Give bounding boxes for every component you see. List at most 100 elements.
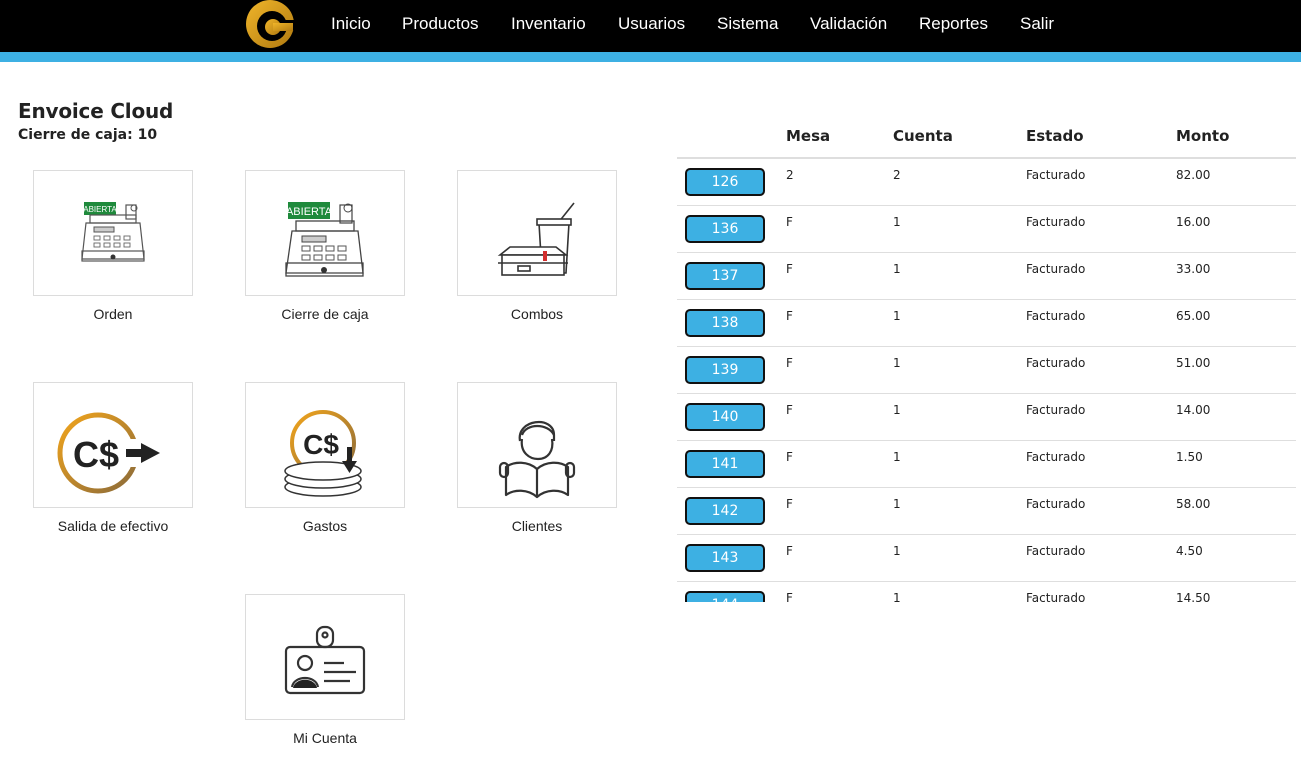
svg-text:ABIERTA: ABIERTA — [83, 205, 117, 214]
cell-mesa: F — [786, 262, 793, 276]
table-row: 126 2 2 Facturado 82.00 — [677, 159, 1296, 206]
table-row: 138 F 1 Facturado 65.00 — [677, 300, 1296, 347]
cell-monto: 16.00 — [1176, 215, 1211, 229]
cell-cuenta: 1 — [893, 497, 901, 511]
nav-salir[interactable]: Salir — [1020, 14, 1054, 34]
nav-sistema[interactable]: Sistema — [717, 14, 778, 34]
tile-cierre-de-caja[interactable]: ABIERTA — [245, 170, 405, 296]
brand-logo-icon[interactable] — [244, 0, 296, 48]
cell-mesa: F — [786, 403, 793, 417]
cash-session-label: Cierre de caja: 10 — [18, 127, 158, 143]
cell-estado: Facturado — [1026, 544, 1086, 558]
cell-cuenta: 1 — [893, 215, 901, 229]
table-row: 142 F 1 Facturado 58.00 — [677, 488, 1296, 535]
column-header-mesa: Mesa — [786, 127, 831, 145]
cell-monto: 33.00 — [1176, 262, 1211, 276]
cell-monto: 65.00 — [1176, 309, 1211, 323]
table-row: 143 F 1 Facturado 4.50 — [677, 535, 1296, 582]
cash-register-open-icon: ABIERTA — [81, 202, 145, 262]
order-button[interactable]: 138 — [685, 309, 765, 337]
table-row: 144 F 1 Facturado 14.50 — [677, 582, 1296, 602]
svg-text:ABIERTA: ABIERTA — [286, 206, 333, 218]
tile-mi-cuenta-label: Mi Cuenta — [293, 730, 357, 746]
cash-out-icon: C$ — [57, 412, 160, 494]
page-title: Envoice Cloud — [18, 99, 174, 123]
orders-table-body[interactable]: 126 2 2 Facturado 82.00 136 F 1 Facturad… — [677, 159, 1296, 602]
cell-cuenta: 1 — [893, 544, 901, 558]
column-header-monto: Monto — [1176, 127, 1230, 145]
tile-mi-cuenta[interactable] — [245, 594, 405, 720]
svg-text:C$: C$ — [303, 429, 339, 460]
id-badge-icon — [284, 625, 366, 695]
cell-mesa: F — [786, 450, 793, 464]
table-row: 137 F 1 Facturado 33.00 — [677, 253, 1296, 300]
cell-mesa: F — [786, 591, 793, 602]
cash-register-close-icon: ABIERTA — [285, 202, 364, 277]
cell-mesa: F — [786, 497, 793, 511]
order-button[interactable]: 142 — [685, 497, 765, 525]
cell-monto: 4.50 — [1176, 544, 1203, 558]
column-header-cuenta: Cuenta — [893, 127, 953, 145]
svg-text:C$: C$ — [73, 434, 119, 475]
cell-cuenta: 1 — [893, 403, 901, 417]
cell-cuenta: 1 — [893, 450, 901, 464]
expenses-icon: C$ — [284, 410, 362, 497]
cell-estado: Facturado — [1026, 262, 1086, 276]
cell-cuenta: 1 — [893, 309, 901, 323]
cell-estado: Facturado — [1026, 356, 1086, 370]
order-button[interactable]: 126 — [685, 168, 765, 196]
order-button[interactable]: 137 — [685, 262, 765, 290]
combo-meal-icon — [497, 202, 575, 276]
nav-reportes[interactable]: Reportes — [919, 14, 988, 34]
nav-accent-stripe — [0, 52, 1301, 62]
tile-combos[interactable] — [457, 170, 617, 296]
table-row: 136 F 1 Facturado 16.00 — [677, 206, 1296, 253]
cell-monto: 14.00 — [1176, 403, 1211, 417]
cell-estado: Facturado — [1026, 497, 1086, 511]
client-reading-icon — [498, 420, 576, 499]
order-button[interactable]: 141 — [685, 450, 765, 478]
cell-cuenta: 1 — [893, 591, 901, 602]
tile-salida-de-efectivo[interactable]: C$ — [33, 382, 193, 508]
tile-cierre-de-caja-label: Cierre de caja — [281, 306, 369, 322]
tile-orden-label: Orden — [93, 306, 133, 322]
cell-cuenta: 1 — [893, 262, 901, 276]
column-header-estado: Estado — [1026, 127, 1084, 145]
order-button[interactable]: 140 — [685, 403, 765, 431]
order-button[interactable]: 144 — [685, 591, 765, 602]
top-navbar: Inicio Productos Inventario Usuarios Sis… — [0, 0, 1301, 52]
order-button[interactable]: 143 — [685, 544, 765, 572]
cell-cuenta: 2 — [893, 168, 901, 182]
nav-usuarios[interactable]: Usuarios — [618, 14, 685, 34]
nav-validacion[interactable]: Validación — [810, 14, 887, 34]
tile-clientes[interactable] — [457, 382, 617, 508]
cell-cuenta: 1 — [893, 356, 901, 370]
order-button[interactable]: 136 — [685, 215, 765, 243]
tile-combos-label: Combos — [510, 306, 564, 322]
nav-productos[interactable]: Productos — [402, 14, 479, 34]
cell-mesa: 2 — [786, 168, 794, 182]
nav-inventario[interactable]: Inventario — [511, 14, 586, 34]
tile-gastos[interactable]: C$ — [245, 382, 405, 508]
cell-monto: 1.50 — [1176, 450, 1203, 464]
tile-gastos-label: Gastos — [302, 518, 348, 534]
cell-estado: Facturado — [1026, 309, 1086, 323]
cell-estado: Facturado — [1026, 403, 1086, 417]
table-row: 140 F 1 Facturado 14.00 — [677, 394, 1296, 441]
cell-mesa: F — [786, 309, 793, 323]
cell-mesa: F — [786, 544, 793, 558]
cell-mesa: F — [786, 215, 793, 229]
table-row: 139 F 1 Facturado 51.00 — [677, 347, 1296, 394]
cell-monto: 14.50 — [1176, 591, 1211, 602]
cell-estado: Facturado — [1026, 450, 1086, 464]
cell-monto: 51.00 — [1176, 356, 1211, 370]
cell-estado: Facturado — [1026, 215, 1086, 229]
cell-estado: Facturado — [1026, 168, 1086, 182]
tile-orden[interactable]: ABIERTA — [33, 170, 193, 296]
order-button[interactable]: 139 — [685, 356, 765, 384]
cell-mesa: F — [786, 356, 793, 370]
nav-inicio[interactable]: Inicio — [331, 14, 371, 34]
table-row: 141 F 1 Facturado 1.50 — [677, 441, 1296, 488]
cell-monto: 58.00 — [1176, 497, 1211, 511]
tile-salida-de-efectivo-label: Salida de efectivo — [57, 518, 169, 534]
